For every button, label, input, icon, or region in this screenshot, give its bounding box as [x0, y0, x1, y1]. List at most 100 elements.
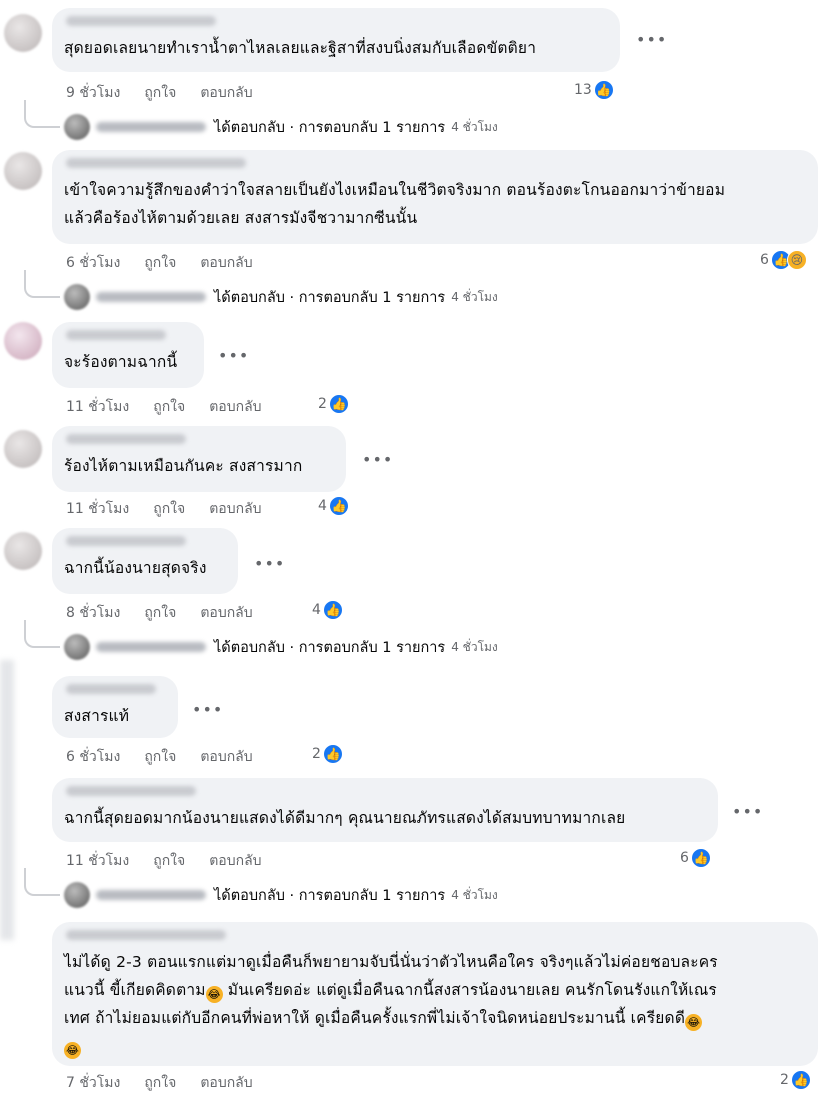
view-replies-link[interactable]: ได้ตอบกลับ · การตอบกลับ 1 รายการ 4 ชั่วโ… — [64, 284, 498, 310]
reply-button[interactable]: ตอบกลับ — [209, 396, 261, 418]
thread-connector — [24, 100, 60, 128]
author-name-redacted[interactable] — [66, 930, 226, 940]
more-options-icon[interactable]: ••• — [254, 554, 285, 573]
timestamp[interactable]: 6 ชั่วโมง — [66, 252, 120, 274]
thread-connector — [24, 620, 60, 648]
comment-bubble: จะร้องตามฉากนี้ — [52, 322, 204, 388]
reply-author-redacted — [96, 642, 206, 652]
reply-summary: ได้ตอบกลับ · การตอบกลับ 1 รายการ — [214, 119, 446, 136]
reaction-number: 4 — [312, 602, 321, 618]
left-edge-shadow — [0, 660, 14, 940]
sad-reaction-icon: 😢 — [786, 250, 807, 270]
comment-text: เข้าใจความรู้สึกของคำว่าใจสลายเป็นยังไงเ… — [64, 181, 726, 227]
comment-actions: 7 ชั่วโมง ถูกใจ ตอบกลับ — [66, 1072, 253, 1094]
comment-bubble: ไม่ได้ดู 2-3 ตอนแรกแต่มาดูเมื่อคืนก็พยาย… — [52, 922, 818, 1066]
reply-button[interactable]: ตอบกลับ — [200, 82, 252, 104]
reaction-count[interactable]: 2 👍 — [780, 1070, 811, 1090]
like-reaction-icon: 👍 — [322, 744, 343, 764]
reply-time: 4 ชั่วโมง — [451, 639, 498, 654]
reaction-count[interactable]: 6 👍 — [680, 848, 711, 868]
author-name-redacted[interactable] — [66, 786, 196, 796]
more-options-icon[interactable]: ••• — [636, 30, 667, 49]
reply-button[interactable]: ตอบกลับ — [200, 252, 252, 274]
reply-time: 4 ชั่วโมง — [451, 887, 498, 902]
reaction-count[interactable]: 13 👍 — [574, 80, 614, 100]
timestamp[interactable]: 11 ชั่วโมง — [66, 396, 129, 418]
view-replies-link[interactable]: ได้ตอบกลับ · การตอบกลับ 1 รายการ 4 ชั่วโ… — [64, 634, 498, 660]
reply-button[interactable]: ตอบกลับ — [200, 1072, 252, 1094]
avatar[interactable] — [4, 430, 42, 468]
like-button[interactable]: ถูกใจ — [144, 602, 176, 624]
avatar[interactable] — [4, 14, 42, 52]
thread-connector — [24, 270, 60, 298]
timestamp[interactable]: 11 ชั่วโมง — [66, 498, 129, 520]
like-reaction-icon: 👍 — [790, 1070, 811, 1090]
reply-button[interactable]: ตอบกลับ — [209, 850, 261, 872]
reply-time: 4 ชั่วโมง — [451, 289, 498, 304]
author-name-redacted[interactable] — [66, 684, 156, 694]
like-button[interactable]: ถูกใจ — [144, 82, 176, 104]
comment-actions: 11 ชั่วโมง ถูกใจ ตอบกลับ — [66, 498, 262, 520]
reaction-count[interactable]: 6 👍 😢 — [760, 250, 807, 270]
reply-button[interactable]: ตอบกลับ — [200, 746, 252, 768]
comment-text: ฉากนี้สุดยอดมากน้องนายแสดงได้ดีมากๆ คุณน… — [64, 809, 626, 827]
view-replies-link[interactable]: ได้ตอบกลับ · การตอบกลับ 1 รายการ 4 ชั่วโ… — [64, 882, 498, 908]
reply-summary: ได้ตอบกลับ · การตอบกลับ 1 รายการ — [214, 289, 446, 306]
comment-actions: 9 ชั่วโมง ถูกใจ ตอบกลับ — [66, 82, 253, 104]
reply-author-redacted — [96, 292, 206, 302]
author-name-redacted[interactable] — [66, 330, 166, 340]
avatar[interactable] — [4, 152, 42, 190]
reaction-number: 4 — [318, 498, 327, 514]
view-replies-link[interactable]: ได้ตอบกลับ · การตอบกลับ 1 รายการ 4 ชั่วโ… — [64, 114, 498, 140]
author-name-redacted[interactable] — [66, 16, 216, 26]
reaction-number: 2 — [312, 746, 321, 762]
comment-bubble: ฉากนี้น้องนายสุดจริง — [52, 528, 238, 594]
laughing-emoji-icon: 😂 — [205, 986, 223, 1003]
avatar[interactable] — [4, 532, 42, 570]
reaction-count[interactable]: 4 👍 — [318, 496, 349, 516]
laughing-emoji-icon: 😂 — [64, 1042, 81, 1059]
reaction-number: 2 — [318, 396, 327, 412]
like-button[interactable]: ถูกใจ — [144, 252, 176, 274]
comment-actions: 6 ชั่วโมง ถูกใจ ตอบกลับ — [66, 746, 253, 768]
comment-line: มันเครียดอ่ะ แต่ดูเมื่อคืนฉากนี้สงสารน้อ… — [222, 981, 717, 999]
timestamp[interactable]: 7 ชั่วโมง — [66, 1072, 120, 1094]
reaction-number: 6 — [760, 252, 769, 268]
like-button[interactable]: ถูกใจ — [153, 498, 185, 520]
comment-actions: 6 ชั่วโมง ถูกใจ ตอบกลับ — [66, 252, 253, 274]
more-options-icon[interactable]: ••• — [362, 450, 393, 469]
like-reaction-icon: 👍 — [593, 80, 614, 100]
author-name-redacted[interactable] — [66, 434, 186, 444]
timestamp[interactable]: 9 ชั่วโมง — [66, 82, 120, 104]
more-options-icon[interactable]: ••• — [218, 346, 249, 365]
reply-button[interactable]: ตอบกลับ — [200, 602, 252, 624]
like-button[interactable]: ถูกใจ — [144, 746, 176, 768]
comment-actions: 11 ชั่วโมง ถูกใจ ตอบกลับ — [66, 850, 262, 872]
reply-avatar — [64, 284, 90, 310]
comment-text: สุดยอดเลยนายทำเราน้ำตาไหลเลยและฐิสาที่สง… — [64, 39, 537, 57]
comment-bubble: ร้องไห้ตามเหมือนกันคะ สงสารมาก — [52, 426, 346, 492]
more-options-icon[interactable]: ••• — [192, 700, 223, 719]
timestamp[interactable]: 8 ชั่วโมง — [66, 602, 120, 624]
reaction-count[interactable]: 2 👍 — [318, 394, 349, 414]
comment-bubble: เข้าใจความรู้สึกของคำว่าใจสลายเป็นยังไงเ… — [52, 150, 818, 244]
more-options-icon[interactable]: ••• — [732, 802, 763, 821]
author-name-redacted[interactable] — [66, 158, 246, 168]
comment-text: ร้องไห้ตามเหมือนกันคะ สงสารมาก — [64, 457, 303, 475]
author-name-redacted[interactable] — [66, 536, 186, 546]
timestamp[interactable]: 6 ชั่วโมง — [66, 746, 120, 768]
reply-summary: ได้ตอบกลับ · การตอบกลับ 1 รายการ — [214, 887, 446, 904]
avatar[interactable] — [4, 322, 42, 360]
comment-bubble: สุดยอดเลยนายทำเราน้ำตาไหลเลยและฐิสาที่สง… — [52, 8, 620, 72]
reply-avatar — [64, 882, 90, 908]
reaction-count[interactable]: 2 👍 — [312, 744, 343, 764]
like-button[interactable]: ถูกใจ — [153, 850, 185, 872]
like-button[interactable]: ถูกใจ — [153, 396, 185, 418]
reply-button[interactable]: ตอบกลับ — [209, 498, 261, 520]
reaction-count[interactable]: 4 👍 — [312, 600, 343, 620]
like-reaction-icon: 👍 — [690, 848, 711, 868]
reaction-number: 2 — [780, 1072, 789, 1088]
comment-bubble: ฉากนี้สุดยอดมากน้องนายแสดงได้ดีมากๆ คุณน… — [52, 778, 718, 842]
timestamp[interactable]: 11 ชั่วโมง — [66, 850, 129, 872]
like-button[interactable]: ถูกใจ — [144, 1072, 176, 1094]
